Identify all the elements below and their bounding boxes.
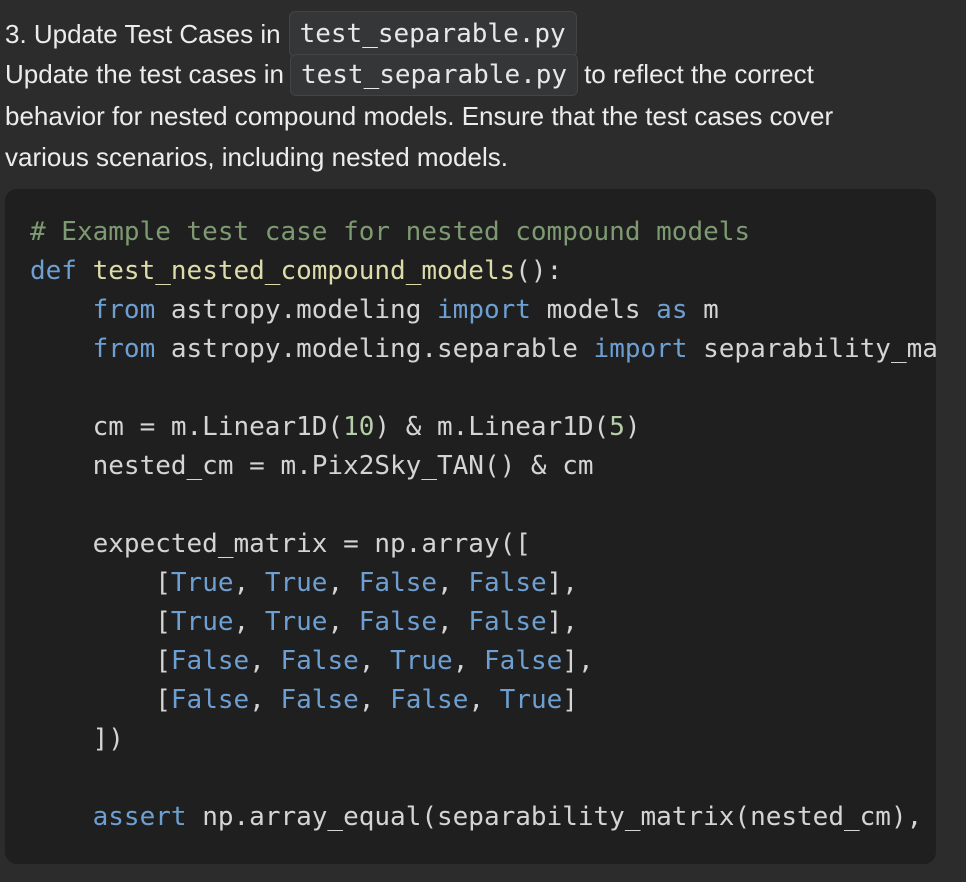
- code-token-plain: ]: [562, 685, 578, 715]
- code-token-plain: ,: [452, 646, 485, 676]
- code-line: from astropy.modeling.separable import s…: [30, 330, 936, 369]
- code-token-plain: astropy.modeling: [155, 295, 438, 325]
- chat-message: 3. Update Test Cases in test_separable.p…: [0, 0, 966, 882]
- code-token-const: False: [170, 685, 250, 715]
- code-token-plain: ,: [437, 568, 469, 598]
- code-line: assert np.array_equal(separability_matri…: [30, 798, 936, 837]
- code-token-plain: ,: [249, 685, 281, 715]
- code-token-kw: import: [437, 295, 531, 325]
- paragraph-line-3: various scenarios, including nested mode…: [5, 141, 508, 172]
- code-token-plain: ,: [437, 607, 469, 637]
- code-token-plain: ,: [358, 685, 391, 715]
- code-token-const: False: [468, 607, 547, 637]
- code-token-kw: import: [593, 334, 688, 364]
- code-token-plain: nested_cm = m.Pix2Sky_TAN() & cm: [30, 451, 594, 481]
- code-token-num: 5: [609, 412, 625, 442]
- code-token-plain: cm = m.Linear1D(: [30, 412, 344, 442]
- code-token-const: True: [264, 607, 328, 637]
- code-block[interactable]: # Example test case for nested compound …: [5, 189, 936, 864]
- code-token-plain: ():: [515, 256, 563, 286]
- code-token-const: False: [390, 685, 469, 715]
- code-token-const: True: [170, 568, 234, 598]
- code-line: from astropy.modeling import models as m: [30, 291, 936, 330]
- code-token-plain: ,: [233, 607, 265, 637]
- code-token-plain: expected_matrix = np.array([: [30, 529, 531, 559]
- code-token-plain: separability_ma: [687, 334, 936, 364]
- paragraph-text-before-code: Update the test cases in: [5, 59, 284, 89]
- code-line: ]): [30, 720, 936, 759]
- code-line: [True, True, False, False],: [30, 564, 936, 603]
- code-token-plain: astropy.modeling.separable: [155, 334, 594, 364]
- code-token-const: True: [264, 568, 328, 598]
- code-token-const: False: [358, 607, 438, 637]
- code-token-kw: as: [656, 295, 688, 325]
- code-line: def test_nested_compound_models():: [30, 252, 936, 291]
- code-content: # Example test case for nested compound …: [30, 213, 936, 837]
- code-token-plain: ) & m.Linear1D(: [374, 412, 610, 442]
- code-token-plain: m: [687, 295, 719, 325]
- code-token-fn: test_nested_compound_models: [92, 256, 516, 286]
- code-token-const: True: [170, 607, 234, 637]
- code-token-const: False: [484, 646, 563, 676]
- code-line: cm = m.Linear1D(10) & m.Linear1D(5): [30, 408, 936, 447]
- paragraph-line-1: Update the test cases in test_separable.p…: [5, 54, 960, 96]
- code-token-plain: ],: [546, 568, 578, 598]
- code-line: [False, False, True, False],: [30, 642, 936, 681]
- code-token-kw: from: [92, 334, 156, 364]
- description-paragraph: Update the test cases in test_separable.p…: [5, 54, 960, 177]
- code-token-num: 10: [343, 412, 375, 442]
- code-token-plain: ,: [327, 607, 359, 637]
- paragraph-text-after-code: to reflect the correct: [584, 59, 814, 89]
- code-line: # Example test case for nested compound …: [30, 213, 936, 252]
- code-line: [False, False, False, True]: [30, 681, 936, 720]
- paragraph-line-2: behavior for nested compound models. Ens…: [5, 101, 834, 131]
- paragraph-inline-code: test_separable.py: [289, 54, 579, 96]
- code-token-plain: ],: [562, 646, 594, 676]
- code-token-plain: ,: [233, 568, 265, 598]
- code-token-const: True: [499, 685, 563, 715]
- section-heading: 3. Update Test Cases in test_separable.p…: [5, 8, 577, 60]
- code-token-const: True: [390, 646, 453, 676]
- code-token-plain: [: [30, 685, 171, 715]
- code-token-plain: ,: [468, 685, 500, 715]
- code-line: expected_matrix = np.array([: [30, 525, 936, 564]
- code-token-kw: assert: [92, 802, 187, 832]
- code-token-plain: [: [30, 568, 171, 598]
- code-token-plain: [: [30, 646, 171, 676]
- code-token-plain: ],: [546, 607, 578, 637]
- code-token-plain: ,: [358, 646, 391, 676]
- code-token-plain: [: [30, 607, 171, 637]
- heading-inline-code: test_separable.py: [288, 11, 577, 57]
- code-token-kw: def: [30, 256, 77, 286]
- code-token-comment: # Example test case for nested compound …: [30, 217, 751, 247]
- code-token-const: False: [280, 646, 359, 676]
- code-token-plain: ]): [30, 724, 124, 754]
- code-token-plain: ,: [327, 568, 359, 598]
- code-token-plain: models: [530, 295, 657, 325]
- code-token-const: False: [280, 685, 359, 715]
- code-token-kw: from: [92, 295, 156, 325]
- code-token-const: False: [468, 568, 547, 598]
- code-line: nested_cm = m.Pix2Sky_TAN() & cm: [30, 447, 936, 486]
- heading-text: 3. Update Test Cases in: [5, 18, 281, 49]
- code-token-plain: ): [624, 412, 641, 442]
- code-token-const: False: [170, 646, 250, 676]
- code-line: [True, True, False, False],: [30, 603, 936, 642]
- code-token-plain: np.array_equal(separability_matrix(neste…: [186, 802, 923, 832]
- code-token-const: False: [358, 568, 438, 598]
- code-token-plain: ,: [249, 646, 281, 676]
